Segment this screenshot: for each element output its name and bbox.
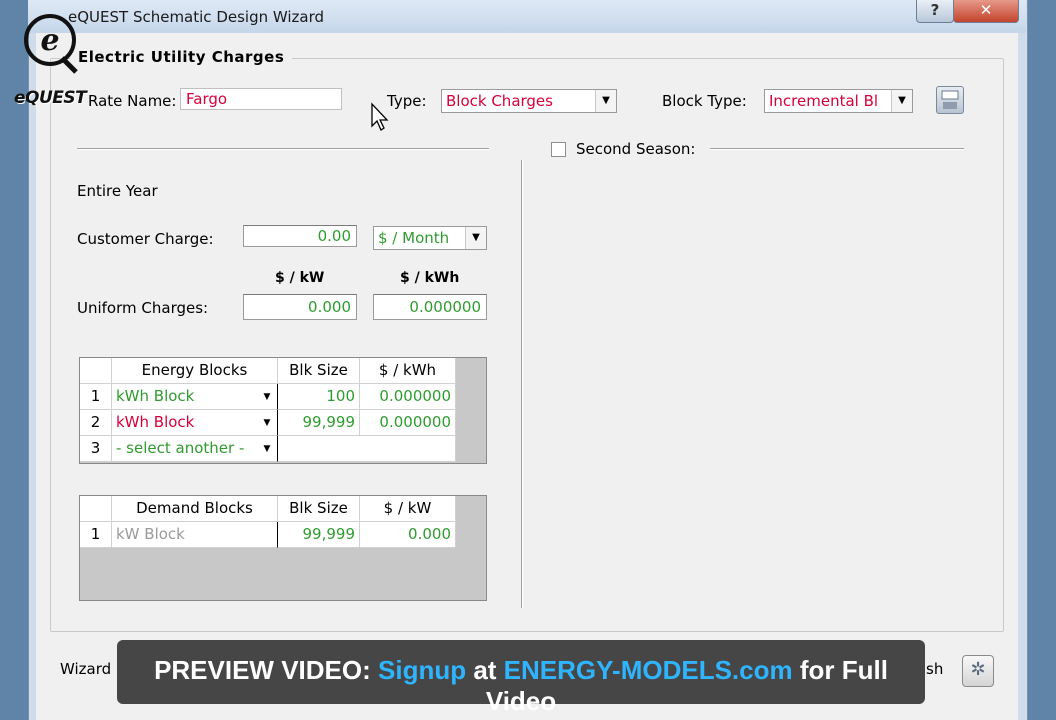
- type-value: Block Charges: [446, 92, 553, 110]
- energy-block-select[interactable]: kWh Block ▼: [112, 384, 278, 410]
- chevron-down-icon[interactable]: ▼: [465, 227, 486, 249]
- grid-corner: [80, 496, 112, 522]
- blk-size-cell[interactable]: 99,999: [278, 522, 360, 548]
- wizard-icon[interactable]: ✲: [962, 655, 994, 687]
- uniform-kwh-input[interactable]: 0.000000: [373, 294, 487, 320]
- row-number: 2: [80, 410, 112, 436]
- block-type-value: Incremental Bl: [769, 92, 879, 110]
- customer-charge-unit: $ / Month: [378, 229, 450, 247]
- customer-charge-unit-select[interactable]: $ / Month ▼: [373, 226, 487, 250]
- rate-cell[interactable]: 0.000000: [360, 384, 456, 410]
- blk-size-header: Blk Size: [278, 358, 360, 384]
- entire-year-heading: Entire Year: [77, 182, 158, 200]
- uniform-charges-label: Uniform Charges:: [77, 299, 209, 317]
- rate-kw-header: $ / kW: [360, 496, 456, 522]
- uniform-kwh-header: $ / kWh: [400, 270, 460, 286]
- season-divider: [521, 160, 523, 608]
- window-title: eQUEST Schematic Design Wizard: [68, 8, 325, 26]
- demand-block-cell[interactable]: kW Block: [112, 522, 278, 548]
- energy-block-value: kWh Block: [116, 387, 195, 405]
- energy-blocks-grid: Energy Blocks Blk Size $ / kWh 1 kWh Blo…: [79, 357, 487, 464]
- banner-signup[interactable]: Signup: [378, 655, 466, 685]
- banner-colon: :: [362, 655, 378, 685]
- blk-size-header: Blk Size: [278, 496, 360, 522]
- rate-name-input[interactable]: Fargo: [180, 88, 342, 110]
- row-number: 1: [80, 384, 112, 410]
- finish-label[interactable]: sh: [926, 660, 943, 678]
- empty-cell: [278, 436, 456, 462]
- second-season-checkbox[interactable]: [551, 142, 566, 157]
- chevron-down-icon[interactable]: ▼: [259, 440, 275, 458]
- logo-letter: e: [40, 23, 59, 58]
- uniform-kw-input[interactable]: 0.000: [243, 294, 357, 320]
- uniform-kw-header: $ / kW: [275, 270, 325, 286]
- close-button[interactable]: ✕: [953, 0, 1019, 23]
- blk-size-cell[interactable]: 99,999: [278, 410, 360, 436]
- section-divider: [77, 148, 489, 150]
- rate-name-label: Rate Name:: [88, 92, 177, 110]
- energy-block-value: kWh Block: [116, 413, 195, 431]
- demand-blocks-header: Demand Blocks: [112, 496, 278, 522]
- energy-block-value: - select another -: [116, 439, 245, 457]
- energy-block-select[interactable]: kWh Block ▼: [112, 410, 278, 436]
- banner-prefix: PREVIEW VIDEO: [154, 655, 363, 685]
- row-number: 3: [80, 436, 112, 462]
- group-title: Electric Utility Charges: [70, 48, 293, 66]
- chevron-down-icon[interactable]: ▼: [259, 414, 275, 432]
- rate-cell[interactable]: 0.000000: [360, 410, 456, 436]
- customer-charge-label: Customer Charge:: [77, 230, 214, 248]
- type-label: Type:: [387, 92, 427, 110]
- energy-block-select[interactable]: - select another - ▼: [112, 436, 278, 462]
- second-season-divider: [710, 148, 964, 150]
- mouse-cursor-icon: [371, 102, 389, 131]
- energy-blocks-header: Energy Blocks: [112, 358, 278, 384]
- chevron-down-icon[interactable]: ▼: [595, 90, 616, 112]
- rate-kwh-header: $ / kWh: [360, 358, 456, 384]
- customer-charge-input[interactable]: 0.00: [243, 225, 357, 247]
- preview-banner-text: PREVIEW VIDEO: Signup at ENERGY-MODELS.c…: [117, 655, 925, 717]
- rate-cell[interactable]: 0.000: [360, 522, 456, 548]
- logo-text: eQUEST: [14, 88, 87, 108]
- blk-size-cell[interactable]: 100: [278, 384, 360, 410]
- equest-logo-icon: e: [24, 14, 78, 74]
- chevron-down-icon[interactable]: ▼: [891, 90, 912, 112]
- banner-at: at: [466, 655, 504, 685]
- second-season-label: Second Season:: [576, 140, 696, 158]
- wizard-label: Wizard: [60, 660, 112, 678]
- block-type-select[interactable]: Incremental Bl ▼: [764, 89, 913, 113]
- banner-site-link[interactable]: ENERGY-MODELS.com: [504, 655, 793, 685]
- save-icon[interactable]: [936, 86, 964, 114]
- type-select[interactable]: Block Charges ▼: [441, 89, 617, 113]
- grid-corner: [80, 358, 112, 384]
- demand-blocks-grid: Demand Blocks Blk Size $ / kW 1 kW Block…: [79, 495, 487, 601]
- row-number: 1: [80, 522, 112, 548]
- chevron-down-icon[interactable]: ▼: [259, 388, 275, 406]
- block-type-label: Block Type:: [662, 92, 747, 110]
- help-button[interactable]: ?: [916, 0, 954, 23]
